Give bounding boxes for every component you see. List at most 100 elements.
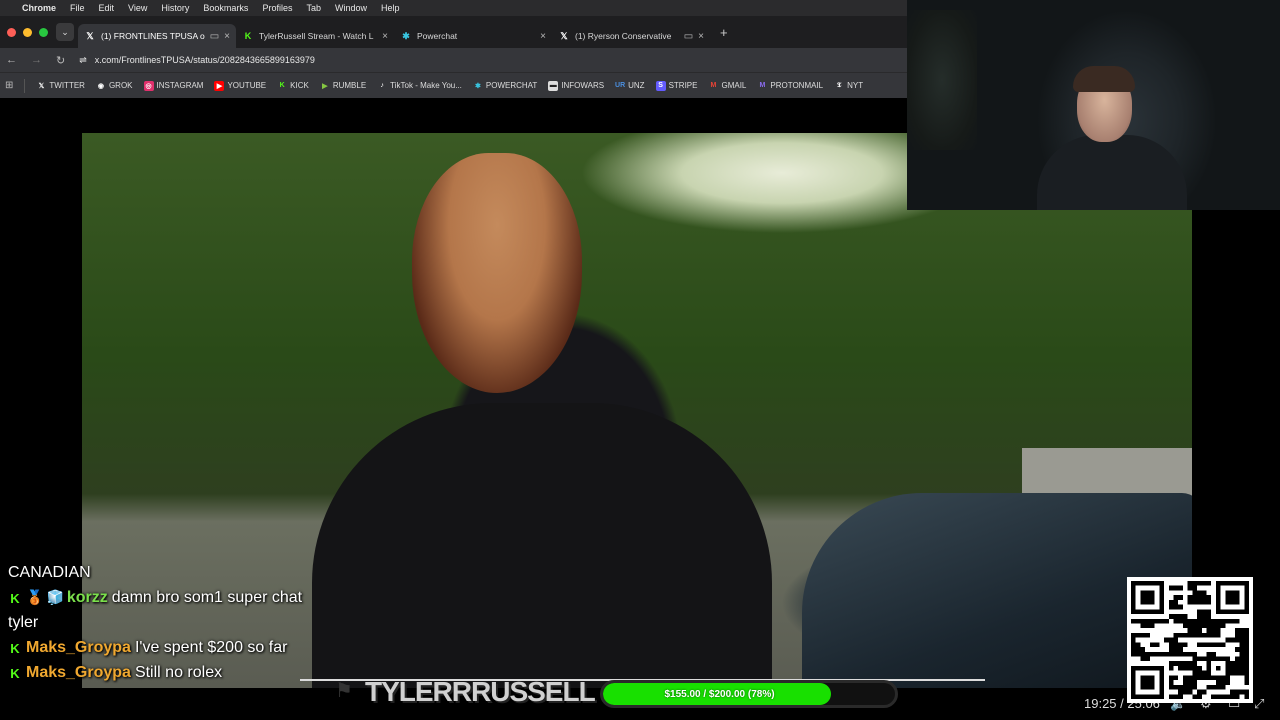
kick-icon: K — [244, 31, 252, 41]
bookmark-label: GMAIL — [721, 81, 747, 90]
apps-grid-icon[interactable]: ⊞ — [5, 80, 13, 91]
webcam-streamer-hair — [1073, 66, 1135, 92]
bookmark-nyt[interactable]: 𝕿 NYT — [834, 81, 863, 91]
bookmark-gmail[interactable]: M GMAIL — [708, 81, 747, 91]
bookmark-protonmail[interactable]: M PROTONMAIL — [757, 81, 823, 91]
bookmark-powerchat[interactable]: ✱ POWERCHAT — [473, 81, 537, 91]
close-tab-icon[interactable]: × — [540, 31, 546, 42]
screen: Chrome File Edit View History Bookmarks … — [0, 0, 1280, 720]
kick-badge-icon: K — [10, 641, 20, 656]
bookmark-unz[interactable]: UR UNZ — [615, 81, 645, 91]
chat-message: CANADIAN — [8, 564, 91, 581]
gmail-icon: M — [710, 82, 717, 89]
bookmark-grok[interactable]: ◉ GROK — [96, 81, 133, 91]
webcam-plant — [907, 10, 977, 150]
bookmark-infowars[interactable]: ▬ INFOWARS — [548, 80, 605, 91]
instagram-icon: ◎ — [143, 80, 154, 91]
powerchat-icon: ✱ — [402, 30, 410, 41]
menu-tab[interactable]: Tab — [306, 3, 321, 13]
video-person-body — [312, 403, 772, 688]
x-icon: 𝕏 — [38, 82, 45, 90]
bookmark-label: YOUTUBE — [227, 81, 267, 90]
menu-help[interactable]: Help — [381, 3, 400, 13]
qr-code-graphic — [1131, 581, 1249, 699]
bookmarks-bar: ⊞ 𝕏 TWITTER ◉ GROK ◎ INSTAGRAM ▶ YOUTUBE K KI… — [0, 72, 907, 98]
bookmark-label: TikTok - Make You... — [390, 81, 462, 90]
donation-goal-text: $155.00 / $200.00 (78%) — [664, 688, 775, 700]
tab-title: Powerchat — [417, 31, 458, 41]
bookmark-rumble[interactable]: ▶ RUMBLE — [320, 81, 366, 91]
close-tab-icon[interactable]: × — [698, 31, 704, 42]
divider — [24, 78, 26, 93]
chat-username: Maks_Groypa — [26, 664, 131, 681]
menu-profiles[interactable]: Profiles — [262, 3, 292, 13]
address-bar[interactable]: ⇌ x.com/FrontlinesTPUSA/status/208284366… — [79, 55, 315, 66]
chat-message: K Maks_Groypa Still no rolex — [8, 660, 308, 685]
menubar-app-name[interactable]: Chrome — [22, 3, 56, 13]
bookmark-twitter[interactable]: 𝕏 TWITTER — [36, 81, 85, 91]
rumble-icon: ▶ — [322, 82, 328, 90]
close-tab-icon[interactable]: × — [224, 31, 230, 42]
protonmail-icon: M — [759, 82, 766, 89]
menu-view[interactable]: View — [128, 3, 147, 13]
video-person-head — [412, 153, 582, 393]
chat-text: I've spent $200 so far — [134, 639, 288, 656]
bookmark-stripe[interactable]: S STRIPE — [655, 80, 697, 91]
unz-icon: UR — [615, 82, 626, 89]
x-icon: 𝕏 — [86, 30, 94, 41]
webcam-overlay — [907, 0, 1280, 210]
fullscreen-icon[interactable]: ⤢ — [1254, 696, 1264, 712]
bookmark-label: INFOWARS — [561, 81, 605, 90]
powerchat-icon: ✱ — [474, 82, 481, 90]
bookmark-instagram[interactable]: ◎ INSTAGRAM — [143, 80, 204, 91]
bookmark-youtube[interactable]: ▶ YOUTUBE — [214, 80, 267, 91]
site-info-icon[interactable]: ⇌ — [79, 55, 87, 66]
toolbar: ← → ↻ ⇌ x.com/FrontlinesTPUSA/status/208… — [0, 48, 907, 72]
address-url: x.com/FrontlinesTPUSA/status/20828436658… — [94, 55, 315, 65]
tab-search-button[interactable]: ⌄ — [56, 23, 74, 41]
zoom-window-button[interactable] — [39, 27, 48, 37]
bookmark-label: UNZ — [628, 81, 645, 90]
tab-ryerson[interactable]: 𝕏 (1) Ryerson Conservative ▭ × — [552, 24, 710, 48]
tab-bar: ⌄ 𝕏 (1) FRONTLINES TPUSA o ▭ × K TylerRu… — [0, 16, 907, 48]
brand-logo-icon: ⚑ — [335, 680, 353, 702]
kick-icon: K — [279, 82, 285, 89]
forward-icon[interactable]: → — [31, 54, 42, 66]
back-icon[interactable]: ← — [6, 54, 17, 66]
bookmark-label: RUMBLE — [332, 81, 367, 90]
chat-text: Still no rolex — [134, 664, 223, 681]
youtube-icon: ▶ — [214, 80, 225, 91]
menu-window[interactable]: Window — [335, 3, 367, 13]
close-window-button[interactable] — [7, 27, 16, 37]
tab-tylerrussell[interactable]: K TylerRussell Stream - Watch L × — [236, 24, 394, 48]
reload-icon[interactable]: ↻ — [56, 54, 65, 67]
menu-edit[interactable]: Edit — [99, 3, 115, 13]
donation-qr-code — [1127, 577, 1253, 703]
bookmark-kick[interactable]: K KICK — [277, 81, 309, 91]
tab-frontlines[interactable]: 𝕏 (1) FRONTLINES TPUSA o ▭ × — [78, 24, 236, 48]
tab-title: (1) Ryerson Conservative — [575, 31, 672, 41]
menu-bookmarks[interactable]: Bookmarks — [203, 3, 248, 13]
tiktok-icon: ♪ — [380, 82, 384, 89]
minimize-window-button[interactable] — [23, 27, 32, 37]
tab-audio-icon: ▭ — [683, 30, 694, 42]
tab-powerchat[interactable]: ✱ Powerchat × — [394, 24, 552, 48]
bookmark-label: INSTAGRAM — [156, 81, 204, 90]
new-tab-button[interactable]: + — [720, 25, 728, 40]
chat-username: korzz — [66, 589, 108, 606]
donation-goal-bar: $155.00 / $200.00 (78%) — [600, 680, 898, 708]
bookmark-label: NYT — [847, 81, 864, 90]
brand-name: TYLERRRUSSELL — [365, 676, 596, 707]
menu-file[interactable]: File — [70, 3, 85, 13]
bookmark-label: POWERCHAT — [485, 81, 538, 90]
chat-message: K Maks_Groypa I've spent $200 so far — [8, 635, 308, 660]
bookmark-label: KICK — [290, 81, 309, 90]
bookmark-tiktok[interactable]: ♪ TikTok - Make You... — [377, 81, 462, 91]
menu-history[interactable]: History — [161, 3, 189, 13]
close-tab-icon[interactable]: × — [382, 31, 388, 42]
stripe-icon: S — [655, 80, 666, 91]
chat-overlay: CANADIAN K 🥉 🧊 korzz damn bro som1 super cha… — [8, 560, 308, 685]
chevron-down-icon: ⌄ — [61, 26, 69, 37]
tab-title: (1) FRONTLINES TPUSA o — [101, 31, 205, 41]
tab-title: TylerRussell Stream - Watch L — [259, 31, 374, 41]
